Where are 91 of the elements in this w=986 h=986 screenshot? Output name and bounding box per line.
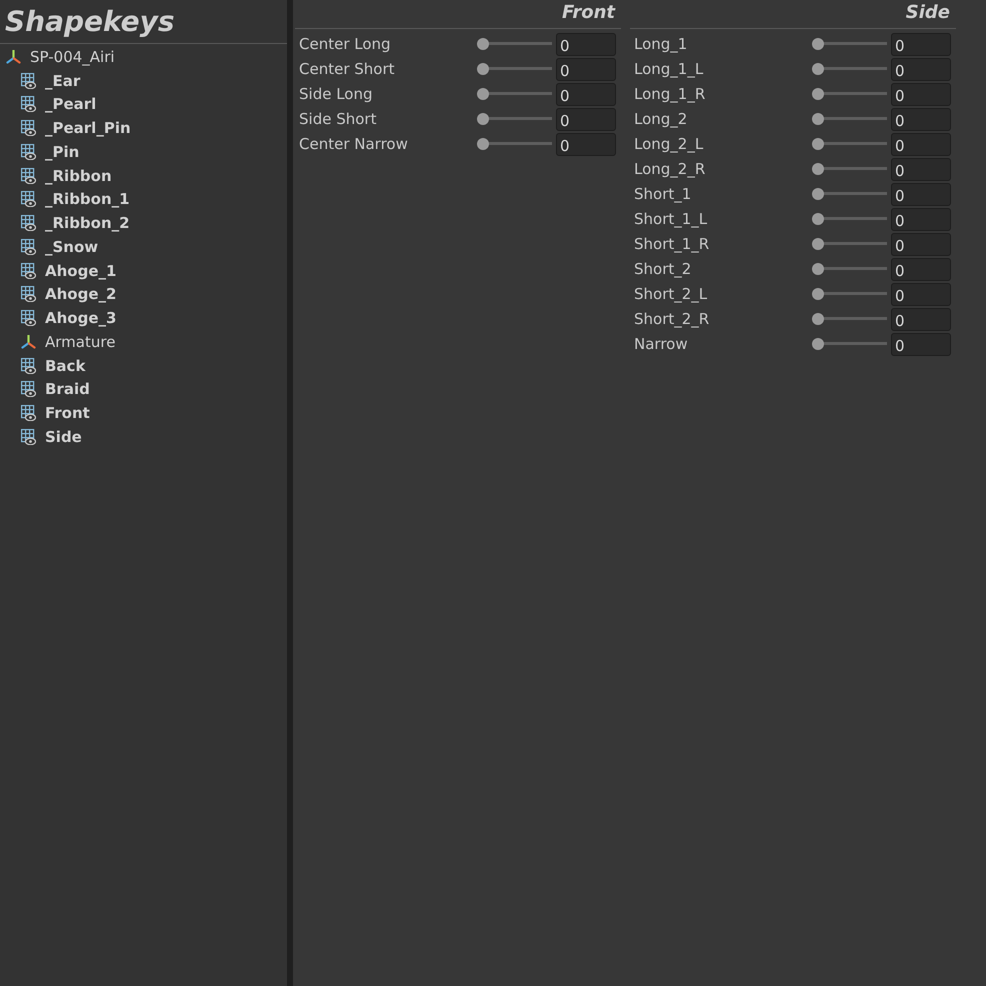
mesh-grid-icon bbox=[21, 405, 36, 422]
outliner-item[interactable]: _Ribbon_2 bbox=[21, 214, 130, 232]
value-field[interactable]: 0 bbox=[556, 58, 616, 81]
shape-key-label: Short_2_R bbox=[634, 310, 710, 328]
shape-key-label: Narrow bbox=[634, 334, 689, 352]
value-field[interactable]: 0 bbox=[891, 333, 951, 356]
mesh-grid-icon bbox=[21, 120, 36, 136]
outliner-item[interactable]: _Ribbon bbox=[21, 166, 112, 185]
outliner-item[interactable]: SP-004_Airi bbox=[6, 48, 115, 66]
value-field[interactable]: 0 bbox=[891, 83, 951, 106]
slider-thumb[interactable] bbox=[477, 88, 489, 100]
shape-key-label: Center Short bbox=[299, 60, 396, 78]
slider-thumb[interactable] bbox=[812, 38, 824, 50]
section-title: Front bbox=[562, 4, 615, 22]
slider-thumb[interactable] bbox=[812, 162, 824, 174]
outliner-item[interactable]: _Pin bbox=[21, 142, 80, 161]
outliner-item[interactable]: Armature bbox=[21, 332, 116, 351]
slider-thumb[interactable] bbox=[812, 262, 824, 274]
value-field[interactable]: 0 bbox=[891, 58, 951, 81]
outliner-item[interactable]: _Ribbon_1 bbox=[21, 190, 130, 208]
slider-thumb[interactable] bbox=[812, 338, 824, 350]
outliner-item[interactable]: Ahoge_3 bbox=[21, 309, 116, 328]
value-field[interactable]: 0 bbox=[891, 33, 951, 56]
slider-thumb[interactable] bbox=[812, 62, 824, 74]
slider-thumb[interactable] bbox=[812, 138, 824, 150]
slider-thumb[interactable] bbox=[477, 62, 489, 74]
slider-thumb[interactable] bbox=[477, 38, 489, 50]
outliner-item[interactable]: Back bbox=[21, 356, 86, 375]
mesh-grid-icon bbox=[21, 428, 36, 445]
panel-title: Shapekeys bbox=[5, 8, 175, 36]
mesh-grid-icon bbox=[21, 168, 36, 184]
slider-thumb[interactable] bbox=[812, 288, 824, 300]
shape-key-label: Side Long bbox=[299, 84, 374, 102]
shape-key-label: Long_1_L bbox=[634, 60, 704, 78]
mesh-grid-icon bbox=[21, 286, 36, 302]
outliner-item[interactable]: _Snow bbox=[21, 238, 98, 256]
armature-icon bbox=[21, 334, 36, 349]
mesh-grid-icon bbox=[21, 238, 36, 255]
slider-thumb[interactable] bbox=[812, 188, 824, 200]
mesh-grid-icon bbox=[21, 191, 36, 208]
value-field[interactable]: 0 bbox=[556, 108, 616, 131]
shape-key-label: Short_1 bbox=[634, 184, 692, 202]
shape-key-label: Long_2 bbox=[634, 110, 688, 128]
slider-thumb[interactable] bbox=[477, 138, 489, 150]
mesh-grid-icon bbox=[21, 381, 36, 398]
slider-thumb[interactable] bbox=[812, 88, 824, 100]
mesh-grid-icon bbox=[21, 72, 36, 89]
value-field[interactable]: 0 bbox=[556, 133, 616, 156]
shape-key-label: Long_2_L bbox=[634, 134, 704, 152]
value-field[interactable]: 0 bbox=[891, 158, 951, 181]
outliner-item[interactable]: _Ear bbox=[21, 72, 80, 90]
outliner-item[interactable]: Braid bbox=[21, 380, 90, 398]
shape-key-label: Center Narrow bbox=[299, 134, 409, 152]
section-title: Side bbox=[906, 4, 950, 22]
value-field[interactable]: 0 bbox=[891, 233, 951, 256]
slider-thumb[interactable] bbox=[812, 238, 824, 250]
outliner-item[interactable]: Ahoge_2 bbox=[21, 285, 116, 304]
shape-key-label: Short_1_R bbox=[634, 234, 710, 252]
value-field[interactable]: 0 bbox=[891, 283, 951, 306]
value-field[interactable]: 0 bbox=[891, 258, 951, 281]
shape-key-label: Long_1_R bbox=[634, 84, 706, 102]
mesh-grid-icon bbox=[21, 144, 36, 160]
shape-key-label: Short_2_L bbox=[634, 284, 708, 302]
mesh-grid-icon bbox=[21, 358, 36, 374]
armature-icon bbox=[6, 50, 21, 64]
value-field[interactable]: 0 bbox=[891, 183, 951, 206]
outliner-item[interactable]: Front bbox=[21, 404, 90, 422]
slider-thumb[interactable] bbox=[812, 212, 824, 224]
mesh-grid-icon bbox=[21, 262, 36, 279]
value-field[interactable]: 0 bbox=[556, 83, 616, 106]
value-field[interactable]: 0 bbox=[891, 133, 951, 156]
value-field[interactable]: 0 bbox=[891, 308, 951, 331]
shape-key-label: Long_1 bbox=[634, 34, 688, 52]
outliner-item[interactable]: Ahoge_1 bbox=[21, 262, 116, 280]
outliner-item[interactable]: _Pearl bbox=[21, 95, 96, 114]
shape-key-label: Long_2_R bbox=[634, 160, 706, 178]
value-field[interactable]: 0 bbox=[891, 208, 951, 231]
mesh-grid-icon bbox=[21, 310, 36, 326]
shape-key-label: Center Long bbox=[299, 34, 392, 52]
shape-key-label: Short_2 bbox=[634, 260, 692, 278]
slider-thumb[interactable] bbox=[812, 312, 824, 324]
value-field[interactable]: 0 bbox=[891, 108, 951, 131]
outliner-item[interactable]: Side bbox=[21, 428, 82, 446]
slider-thumb[interactable] bbox=[812, 112, 824, 124]
shape-key-label: Side Short bbox=[299, 110, 378, 128]
mesh-grid-icon bbox=[21, 215, 36, 232]
outliner-item[interactable]: _Pearl_Pin bbox=[21, 119, 131, 138]
slider-thumb[interactable] bbox=[477, 112, 489, 124]
shape-key-label: Short_1_L bbox=[634, 210, 708, 228]
value-field[interactable]: 0 bbox=[556, 33, 616, 56]
mesh-grid-icon bbox=[21, 96, 36, 112]
